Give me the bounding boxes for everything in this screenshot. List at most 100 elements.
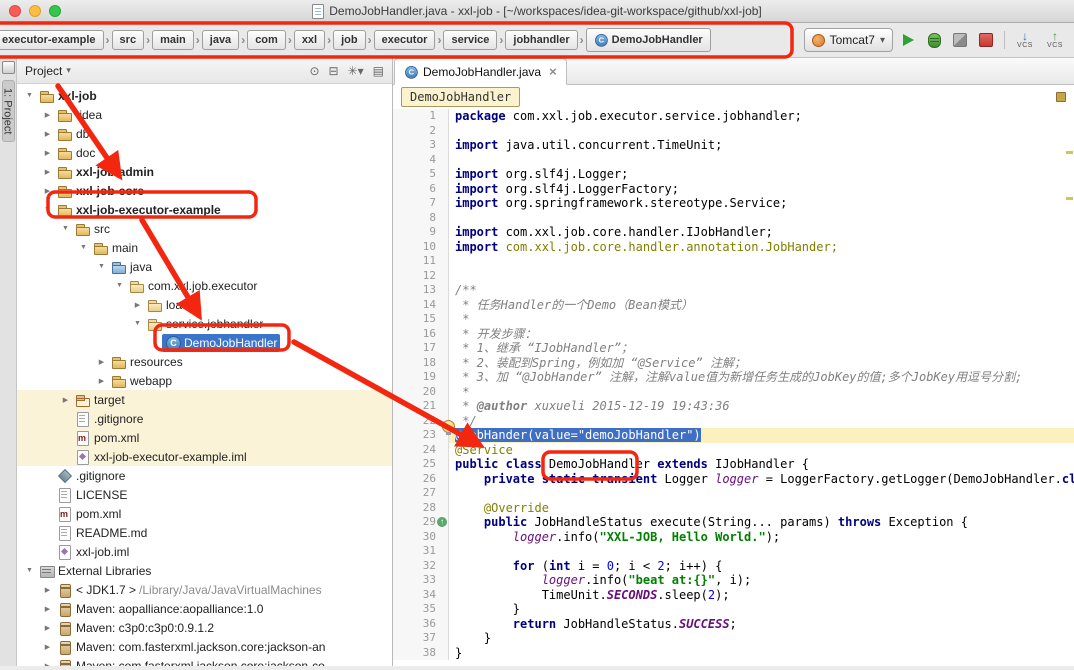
tree-item-demojobhandler[interactable]: DemoJobHandler — [17, 333, 392, 352]
expand-arrow-icon[interactable]: ▼ — [23, 567, 36, 574]
warning-stripe-mark[interactable] — [1066, 151, 1073, 154]
code-line-content[interactable]: for (int i = 0; i < 2; i++) { — [449, 559, 1074, 574]
code-line-content[interactable]: package com.xxl.job.executor.service.job… — [449, 109, 1074, 124]
code-line-content[interactable]: import org.springframework.stereotype.Se… — [449, 196, 1074, 211]
expand-arrow-icon[interactable]: ▶ — [41, 624, 54, 632]
code-line-content[interactable]: import com.xxl.job.core.handler.annotati… — [449, 240, 1074, 255]
tree-item-idea[interactable]: ▶.idea — [17, 105, 392, 124]
code-line-content[interactable]: */ — [449, 414, 1074, 429]
settings-gear-icon[interactable]: ✳▾ — [348, 64, 364, 78]
code-line-content[interactable]: logger.info("beat at:{}", i); — [449, 573, 1074, 588]
code-line-content[interactable]: * — [449, 385, 1074, 400]
tree-item-com-xxl-job-executor[interactable]: ▼com.xxl.job.executor — [17, 276, 392, 295]
tree-item-xxl-job-iml[interactable]: xxl-job.iml — [17, 542, 392, 561]
tree-item-gitignore[interactable]: .gitignore — [17, 409, 392, 428]
editor-breadcrumb-chip[interactable]: DemoJobHandler — [401, 87, 520, 107]
tree-item-xxl-job-executor-example-iml[interactable]: xxl-job-executor-example.iml — [17, 447, 392, 466]
tree-item-maven-aopalliance-aopalliance-1-0[interactable]: ▶Maven: aopalliance:aopalliance:1.0 — [17, 599, 392, 618]
code-line-content[interactable]: import com.xxl.job.core.handler.IJobHand… — [449, 225, 1074, 240]
code-line-content[interactable]: logger.info("XXL-JOB, Hello World."); — [449, 530, 1074, 545]
code-line-content[interactable]: * 1、继承 “IJobHandler”； — [449, 341, 1074, 356]
tool-windows-icon[interactable] — [2, 61, 15, 74]
breadcrumb-item-demojobhandler[interactable]: DemoJobHandler — [586, 28, 711, 52]
code-line-content[interactable] — [449, 486, 1074, 501]
code-line-content[interactable]: } — [449, 631, 1074, 646]
breadcrumb-item-job[interactable]: job — [333, 30, 366, 50]
coverage-button[interactable] — [949, 29, 971, 51]
tree-item-main[interactable]: ▼main — [17, 238, 392, 257]
tree-item-loader[interactable]: ▶loader — [17, 295, 392, 314]
code-line-content[interactable]: * @author xuxueli 2015-12-19 19:43:36 — [449, 399, 1074, 414]
expand-arrow-icon[interactable]: ▶ — [41, 111, 54, 119]
code-area[interactable]: 1package com.xxl.job.executor.service.jo… — [393, 109, 1074, 666]
tree-item-xxl-job-core[interactable]: ▶xxl-job-core — [17, 181, 392, 200]
expand-arrow-icon[interactable]: ▶ — [41, 586, 54, 594]
override-marker-icon[interactable]: ↑ — [437, 517, 447, 527]
code-line-content[interactable] — [449, 153, 1074, 168]
breadcrumb-item-main[interactable]: main — [152, 30, 194, 50]
code-line-content[interactable] — [449, 269, 1074, 284]
code-line-content[interactable]: return JobHandleStatus.SUCCESS; — [449, 617, 1074, 632]
close-tab-icon[interactable]: × — [549, 64, 557, 79]
code-line-content[interactable]: @JobHander(value="demoJobHandler") — [449, 428, 1074, 443]
tree-item-src[interactable]: ▼src — [17, 219, 392, 238]
zoom-window-button[interactable] — [49, 5, 61, 17]
code-line-content[interactable] — [449, 211, 1074, 226]
breadcrumb-item-src[interactable]: src — [112, 30, 145, 50]
expand-arrow-icon[interactable]: ▼ — [77, 244, 90, 251]
tree-item-target[interactable]: ▶target — [17, 390, 392, 409]
breadcrumb-item-com[interactable]: com — [247, 30, 286, 50]
code-line-content[interactable]: } — [449, 646, 1074, 661]
code-line-content[interactable]: } — [449, 602, 1074, 617]
intention-bulb-icon[interactable] — [442, 420, 455, 433]
code-line-content[interactable]: * — [449, 312, 1074, 327]
breadcrumb-item-jobhandler[interactable]: jobhandler — [505, 30, 577, 50]
tree-item-maven-com-fasterxml-jackson-core-jackson-an[interactable]: ▶Maven: com.fasterxml.jackson.core:jacks… — [17, 637, 392, 656]
tree-item-readme-md[interactable]: README.md — [17, 523, 392, 542]
expand-arrow-icon[interactable]: ▼ — [41, 206, 54, 213]
breadcrumb-item-executor[interactable]: executor — [374, 30, 436, 50]
debug-button[interactable] — [923, 29, 945, 51]
expand-arrow-icon[interactable]: ▶ — [41, 605, 54, 613]
expand-arrow-icon[interactable]: ▶ — [41, 187, 54, 195]
expand-arrow-icon[interactable]: ▶ — [59, 396, 72, 404]
tree-item-db[interactable]: ▶db — [17, 124, 392, 143]
run-configuration-select[interactable]: Tomcat7 ▾ — [804, 28, 893, 52]
code-line-content[interactable]: import org.slf4j.LoggerFactory; — [449, 182, 1074, 197]
expand-arrow-icon[interactable]: ▶ — [41, 643, 54, 651]
tree-item-jdk1-7[interactable]: ▶< JDK1.7 > /Library/Java/JavaVirtualMac… — [17, 580, 392, 599]
warning-stripe-mark[interactable] — [1066, 197, 1073, 200]
expand-arrow-icon[interactable]: ▶ — [95, 377, 108, 385]
code-line-content[interactable]: private static transient Logger logger =… — [449, 472, 1074, 487]
tree-item-license[interactable]: LICENSE — [17, 485, 392, 504]
tree-item-service-jobhandler[interactable]: ▼service.jobhandler — [17, 314, 392, 333]
code-line-content[interactable]: public JobHandleStatus execute(String...… — [449, 515, 1074, 530]
code-line-content[interactable] — [449, 544, 1074, 559]
breadcrumb-item-service[interactable]: service — [443, 30, 497, 50]
vcs-commit-button[interactable]: ↑ VCS — [1042, 29, 1068, 51]
expand-arrow-icon[interactable]: ▼ — [59, 225, 72, 232]
expand-arrow-icon[interactable]: ▼ — [23, 92, 36, 99]
tree-item-external-libraries[interactable]: ▼External Libraries — [17, 561, 392, 580]
collapse-all-icon[interactable]: ⊟ — [329, 64, 339, 78]
inspection-indicator[interactable] — [1056, 92, 1066, 102]
code-line-content[interactable]: * 任务Handler的一个Demo（Bean模式） — [449, 298, 1074, 313]
minimize-window-button[interactable] — [29, 5, 41, 17]
code-line-content[interactable]: public class DemoJobHandler extends IJob… — [449, 457, 1074, 472]
code-line-content[interactable] — [449, 254, 1074, 269]
expand-arrow-icon[interactable]: ▶ — [41, 149, 54, 157]
hide-panel-icon[interactable]: ▤ — [373, 64, 384, 78]
code-line-content[interactable] — [449, 124, 1074, 139]
tree-item-maven-c3p0-c3p0-0-9-1-2[interactable]: ▶Maven: c3p0:c3p0:0.9.1.2 — [17, 618, 392, 637]
expand-arrow-icon[interactable]: ▶ — [41, 662, 54, 667]
tree-item-xxl-job-executor-example[interactable]: ▼xxl-job-executor-example — [17, 200, 392, 219]
project-tool-window-button[interactable]: 1: Project — [2, 80, 15, 142]
expand-arrow-icon[interactable]: ▼ — [113, 282, 126, 289]
tab-demojobhandler-java[interactable]: DemoJobHandler.java × — [394, 58, 567, 85]
expand-arrow-icon[interactable]: ▶ — [41, 168, 54, 176]
code-line-content[interactable]: import org.slf4j.Logger; — [449, 167, 1074, 182]
breadcrumb-item-xxl[interactable]: xxl — [294, 30, 325, 50]
run-button[interactable] — [897, 29, 919, 51]
code-line-content[interactable]: TimeUnit.SECONDS.sleep(2); — [449, 588, 1074, 603]
expand-arrow-icon[interactable]: ▼ — [131, 320, 144, 327]
